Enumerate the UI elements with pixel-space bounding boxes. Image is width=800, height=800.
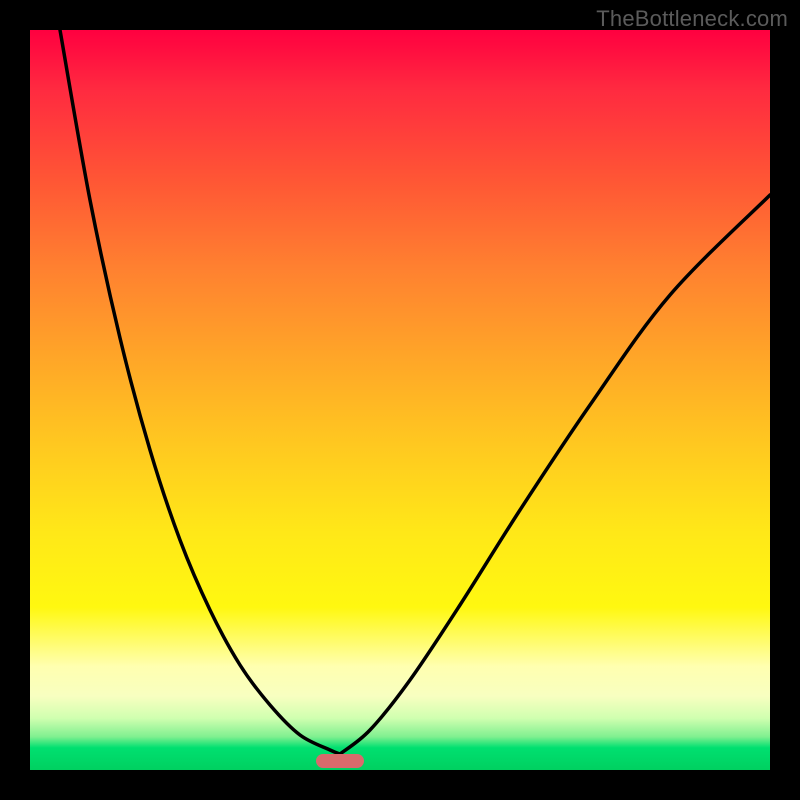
curve-layer <box>30 30 770 770</box>
plot-area <box>30 30 770 770</box>
right-branch-curve <box>340 195 770 754</box>
left-branch-curve <box>60 30 340 754</box>
watermark-text: TheBottleneck.com <box>596 6 788 32</box>
minimum-marker <box>316 754 364 768</box>
